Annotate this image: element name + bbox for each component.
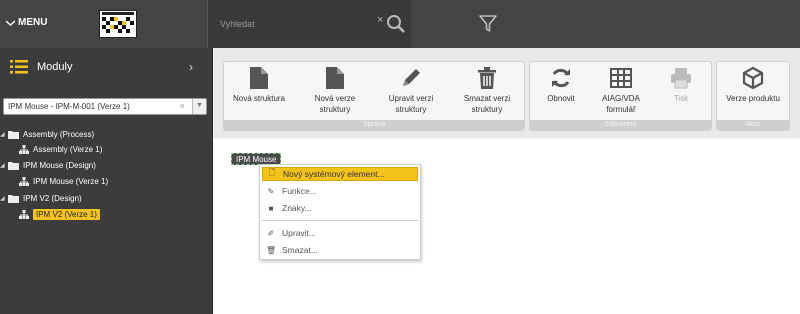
dropdown-arrow-icon[interactable]: ▼ — [192, 99, 206, 114]
button-label: Smazat verzi struktury — [463, 94, 511, 114]
menu-item-delete[interactable]: 🗑 Smazat... — [262, 243, 418, 257]
tree-item-label: Assembly (Verze 1) — [33, 145, 103, 154]
clear-search-button[interactable]: × — [377, 14, 383, 26]
table-icon — [610, 68, 632, 88]
structure-select[interactable]: IPM Mouse - IPM-M-001 (Verze 1) × ▼ — [3, 98, 207, 115]
menu-item-label: Nový systémový element... — [283, 169, 385, 179]
tree-item-label: IPM Mouse (Verze 1) — [33, 177, 109, 186]
refresh-button[interactable]: Obnovit — [530, 66, 592, 116]
pencil-icon: ✐ — [267, 228, 275, 238]
print-button[interactable]: Tisk — [650, 66, 712, 116]
trash-icon: 🗑 — [266, 245, 277, 255]
expand-arrow-icon[interactable]: ◢ — [0, 195, 8, 202]
tree-item-ipm-v2-version[interactable]: IPM V2 (Verze 1) — [19, 208, 100, 221]
delete-version-button[interactable]: Smazat verzi struktury — [456, 66, 518, 116]
folder-icon — [8, 162, 19, 170]
search-input[interactable] — [220, 17, 360, 31]
hierarchy-icon — [19, 145, 29, 154]
aiag-vda-form-button[interactable]: AIAG/VDA formulář — [590, 66, 652, 116]
menu-item-new-system-element[interactable]: 🗋 Nový systémový element... — [262, 167, 418, 181]
chevron-down-icon — [6, 19, 15, 26]
menu-item-label: Znaky... — [282, 203, 312, 213]
refresh-icon — [552, 68, 570, 88]
menu-separator — [262, 220, 418, 221]
modules-title: Moduly — [37, 61, 73, 73]
tree-item-ipm-v2-design[interactable]: ◢ IPM V2 (Design) — [0, 192, 82, 205]
menu-item-label: Funkce... — [282, 186, 317, 196]
tree-item-label: Assembly (Process) — [23, 130, 95, 139]
button-label: Verze produktu — [726, 94, 780, 103]
button-label: Upravit verzi struktury — [388, 94, 434, 114]
context-menu: 🗋 Nový systémový element... ✎ Funkce... … — [259, 164, 421, 260]
button-label: Tisk — [673, 94, 689, 103]
sidebar: Moduly › IPM Mouse - IPM-M-001 (Verze 1)… — [0, 48, 213, 314]
pencil-icon — [403, 69, 420, 86]
tree-item-label: IPM V2 (Design) — [23, 194, 82, 203]
menu-button[interactable]: MENU — [6, 17, 47, 28]
top-bar: MENU × — [0, 0, 800, 48]
ribbon-group-title: Zobrazení — [530, 120, 711, 130]
product-version-button[interactable]: Verze produktu — [722, 66, 784, 116]
hierarchy-icon — [19, 210, 29, 219]
ribbon-group-akce: Verze produktu Akce — [716, 61, 790, 131]
search-area: × — [207, 0, 411, 48]
folder-icon — [8, 131, 19, 139]
structure-canvas[interactable]: IPM Mouse 🗋 Nový systémový element... ✎ … — [221, 146, 800, 314]
button-label: Nová struktura — [232, 94, 286, 103]
ribbon-group-title: Správa — [224, 120, 524, 130]
edit-version-button[interactable]: Upravit verzi struktury — [380, 66, 442, 116]
clear-select-icon[interactable]: × — [180, 101, 185, 111]
menu-item-functions[interactable]: ✎ Funkce... — [262, 184, 418, 198]
ribbon-group-title: Akce — [717, 120, 789, 130]
modules-header[interactable]: Moduly › — [0, 48, 213, 86]
tree-item-ipm-mouse-design[interactable]: ◢ IPM Mouse (Design) — [0, 159, 96, 172]
ribbon-group-sprava: Nová struktura Nová verze struktury Upra… — [223, 61, 525, 131]
file-icon — [326, 67, 344, 89]
menu-item-label: Upravit... — [282, 228, 317, 238]
square-icon: ■ — [268, 203, 274, 213]
expand-arrow-icon[interactable]: ◢ — [0, 162, 8, 169]
ribbon-group-zobrazeni: Obnovit AIAG/VDA formulář Tisk Zobrazení — [529, 61, 712, 131]
new-doc-icon: 🗋 — [268, 168, 276, 177]
new-version-button[interactable]: Nová verze struktury — [304, 66, 366, 116]
filter-icon[interactable] — [478, 14, 498, 34]
print-icon — [671, 68, 691, 89]
tree-item-assembly-process[interactable]: ◢ Assembly (Process) — [0, 128, 94, 141]
company-logo — [99, 10, 137, 38]
tree-item-label: IPM V2 (Verze 1) — [33, 209, 100, 220]
expand-arrow-icon[interactable]: ◢ — [0, 131, 8, 138]
file-icon — [250, 67, 268, 89]
ribbon-toolbar: Nová struktura Nová verze struktury Upra… — [213, 48, 800, 138]
tree-item-label: IPM Mouse (Design) — [23, 161, 96, 170]
wrench-icon: ✎ — [267, 186, 275, 196]
cube-icon — [742, 67, 764, 89]
menu-item-edit[interactable]: ✐ Upravit... — [262, 226, 418, 240]
menu-label: MENU — [18, 17, 48, 28]
search-icon[interactable] — [386, 14, 406, 34]
tree-item-assembly-version[interactable]: Assembly (Verze 1) — [19, 143, 102, 156]
new-structure-button[interactable]: Nová struktura — [228, 66, 290, 116]
menu-item-characteristics[interactable]: ■ Znaky... — [262, 201, 418, 215]
chevron-right-icon[interactable]: › — [189, 60, 193, 74]
tree-item-ipm-mouse-version[interactable]: IPM Mouse (Verze 1) — [19, 175, 108, 188]
hierarchy-icon — [19, 177, 29, 186]
button-label: AIAG/VDA formulář — [602, 94, 640, 114]
menu-item-label: Smazat... — [282, 245, 318, 255]
structure-select-value: IPM Mouse - IPM-M-001 (Verze 1) — [8, 102, 130, 111]
list-icon — [10, 60, 28, 74]
button-label: Obnovit — [547, 94, 575, 103]
logo-graphic — [100, 11, 136, 37]
folder-icon — [8, 195, 19, 203]
button-label: Nová verze struktury — [314, 94, 356, 114]
trash-icon — [478, 67, 496, 89]
